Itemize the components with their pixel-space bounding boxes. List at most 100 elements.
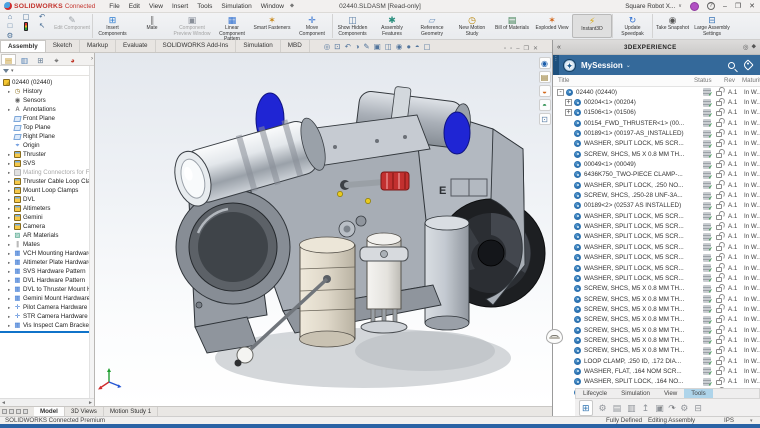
command-button[interactable]: Move Component (292, 14, 332, 38)
open-document-icon[interactable]: ▢ (22, 13, 29, 21)
view-orientation-icon[interactable]: ▣ (374, 42, 381, 52)
displaymanager-tab[interactable]: ◕ (65, 54, 80, 65)
tree-item[interactable]: ▸ SVS Hardware Pattern (0, 267, 94, 276)
part-row[interactable]: 00154_FWD_THRUSTER<1> (00... A.1 In W.. (553, 118, 760, 128)
part-row[interactable]: 6436K750_TWO-PIECE CLAMP-... A.1 In W.. (553, 170, 760, 180)
toolbar-action[interactable]: ▾ (599, 401, 607, 415)
panel-tabs-overflow[interactable]: › (91, 56, 93, 62)
account-menu[interactable]: Square Robot X... ∨ (625, 3, 682, 10)
command-button[interactable]: Instant3D (572, 14, 612, 38)
units-selector[interactable]: IPS (724, 417, 734, 424)
pin-menu-icon[interactable]: ⬥ (290, 3, 294, 10)
part-row[interactable]: WASHER, SPLIT LOCK, M5 SCR... A.1 In W.. (553, 263, 760, 273)
doc-cascade-icon[interactable]: ▫ (504, 46, 506, 52)
expand-arrow-icon[interactable]: ▸ (8, 249, 12, 258)
ribbon-tab[interactable]: Assembly (0, 40, 46, 52)
tree-item[interactable]: ▸ Thruster (0, 150, 94, 159)
column-title[interactable]: Title (553, 77, 694, 84)
part-row[interactable]: 00189<2> (02537 AS INSTALLED) A.1 In W.. (553, 201, 760, 211)
tree-item[interactable]: ▸ Mates (0, 240, 94, 249)
command-button[interactable]: Exploded View (532, 14, 572, 38)
menu-item[interactable]: Edit (129, 3, 140, 10)
split-control[interactable] (9, 409, 14, 414)
part-row[interactable]: + 01506<1> (01506) A.1 In W.. (553, 108, 760, 118)
expand-arrow-icon[interactable]: ▸ (8, 168, 12, 177)
command-button[interactable]: Insert Components (92, 14, 132, 38)
part-row[interactable]: WASHER, SPLIT LOCK, M5 SCR... A.1 In W.. (553, 211, 760, 221)
expand-arrow-icon[interactable]: ▸ (8, 186, 12, 195)
zoom-area-icon[interactable]: ⊡ (334, 42, 340, 52)
configurationmanager-tab[interactable]: ⊞ (33, 54, 48, 65)
toolbar-action[interactable]: ▾ (694, 401, 702, 415)
menu-item[interactable]: Insert (172, 3, 188, 10)
part-row[interactable]: WASHER, SPLIT LOCK, .164 NO... A.1 In W.… (553, 377, 760, 387)
tree-horizontal-scrollbar[interactable]: ◄ ► (0, 398, 94, 406)
part-row[interactable]: WASHER, SPLIT LOCK, M5 SCR... A.1 In W.. (553, 221, 760, 231)
assembly-model[interactable]: E (95, 53, 552, 406)
filter-caret-icon[interactable]: ▾ (11, 68, 14, 74)
tree-item[interactable]: ▸ Gemini Mount Hardware Pattern (0, 294, 94, 303)
new-document-icon[interactable]: □ (8, 22, 13, 31)
scroll-left-icon[interactable]: ◄ (1, 400, 6, 406)
command-button[interactable]: Bill of Materials (492, 14, 532, 38)
toolbar-tab[interactable]: View (657, 389, 684, 398)
view-settings-icon[interactable]: ▢ (424, 42, 431, 52)
expand-arrow-icon[interactable]: ▸ (8, 105, 12, 114)
expand-arrow-icon[interactable]: ▸ (8, 276, 12, 285)
expand-arrow-icon[interactable]: ▸ (8, 150, 12, 159)
tree-item[interactable]: ▸ Altimeters (0, 204, 94, 213)
tree-item[interactable]: Front Plane (0, 114, 94, 123)
ribbon-tab[interactable]: Markup (80, 40, 116, 52)
toolbar-action[interactable]: ▾ (668, 401, 674, 415)
scenes-icon[interactable] (539, 99, 551, 111)
part-row[interactable]: LOOP CLAMP, .250 ID, .172 DIA... A.1 In … (553, 356, 760, 366)
command-button[interactable]: Show Hidden Components (332, 14, 372, 38)
doc-minimize-button[interactable]: – (516, 46, 519, 52)
tree-item[interactable]: Right Plane (0, 132, 94, 141)
part-row[interactable]: SCREW, SHCS, M5 X 0.8 MM TH... A.1 In W.… (553, 149, 760, 159)
part-row[interactable]: WASHER, SPLIT LOCK, M5 SCR... A.1 In W.. (553, 139, 760, 149)
menu-item[interactable]: Simulation (221, 3, 251, 10)
tree-item[interactable]: Top Plane (0, 123, 94, 132)
ribbon-tab[interactable]: Evaluate (116, 40, 156, 52)
tree-item[interactable]: ▸ Vis Inspect Cam Bracket Hardware (0, 321, 94, 330)
toolbar-tab[interactable]: Simulation (614, 389, 657, 398)
ribbon-tab[interactable]: MBD (281, 40, 310, 52)
expand-arrow-icon[interactable]: ▸ (8, 303, 12, 312)
help-button[interactable]: ? (707, 2, 715, 10)
toolbar-action[interactable]: ▾ (579, 400, 593, 416)
tree-item[interactable]: ▸ STR Camera Hardware Pattern 1 (0, 312, 94, 321)
expand-arrow-icon[interactable]: ▸ (8, 213, 12, 222)
expand-arrow-icon[interactable]: ▸ (8, 294, 12, 303)
panel-options-icon[interactable]: ◎ (743, 43, 749, 51)
part-row[interactable]: WASHER, SPLIT LOCK, .250 NO... A.1 In W.… (553, 180, 760, 190)
tree-item[interactable]: ▸ Mating Connectors for Fitcheck (0, 168, 94, 177)
display-style-icon[interactable]: ◫ (385, 42, 392, 52)
command-button[interactable]: Mate (132, 14, 172, 38)
graphics-viewport[interactable]: E (95, 53, 552, 406)
tree-item[interactable]: ▸ SVS (0, 159, 94, 168)
toolbar-action[interactable]: ▾ (655, 401, 662, 415)
part-row[interactable]: SCREW, SHCS, .250-28 UNF-3A... A.1 In W.… (553, 190, 760, 200)
expand-arrow-icon[interactable]: ▸ (8, 240, 12, 249)
zoom-fit-icon[interactable]: ◎ (324, 42, 331, 52)
command-button[interactable]: Update Speedpak (612, 14, 652, 38)
command-button[interactable]: Smart Fasteners (252, 14, 292, 38)
restore-button[interactable]: ❐ (735, 2, 741, 11)
part-row[interactable]: SCREW, SHCS, M5 X 0.8 MM TH... A.1 In W.… (553, 294, 760, 304)
expand-arrow-icon[interactable]: ▸ (8, 231, 12, 240)
design-library-icon[interactable] (539, 71, 551, 83)
expand-toggle[interactable]: + (565, 99, 572, 106)
part-row[interactable]: SCREW, SHCS, M5 X 0.8 MM TH... A.1 In W.… (553, 346, 760, 356)
toolbar-action[interactable]: ▾ (627, 401, 636, 415)
tree-item[interactable]: ▸ DVL to Thruster Mount Hardware Pa (0, 285, 94, 294)
tree-item[interactable]: Origin (0, 141, 94, 150)
tree-vertical-scrollbar[interactable] (89, 66, 94, 398)
propertymanager-tab[interactable]: ▥ (17, 54, 32, 65)
avatar[interactable] (690, 2, 699, 11)
document-tab[interactable]: 3D Views (65, 407, 104, 416)
tree-item[interactable]: ▸ History (0, 87, 94, 96)
part-row[interactable]: + 00204<1> (00204) A.1 In W.. (553, 97, 760, 107)
toolbar-tab[interactable]: Lifecycle (576, 389, 614, 398)
toolbar-action[interactable]: ▾ (642, 401, 650, 415)
